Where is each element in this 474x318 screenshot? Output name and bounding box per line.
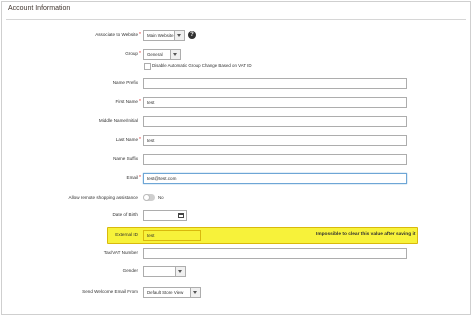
row-website: Associate to Website * Main Website ? bbox=[0, 30, 474, 43]
welcome-email-select-value: Default Store View bbox=[147, 290, 184, 295]
welcome-email-select[interactable]: Default Store View bbox=[143, 287, 201, 298]
row-name-prefix: Name Prefix bbox=[0, 78, 474, 91]
website-select-value: Main Website bbox=[147, 33, 174, 38]
row-dob: Date of Birth bbox=[0, 210, 474, 223]
tax-vat-label: Tax/VAT Number bbox=[103, 250, 138, 255]
row-first-name: First Name * test bbox=[0, 97, 474, 110]
row-group: Group * General bbox=[0, 49, 474, 62]
group-label: Group bbox=[125, 51, 138, 56]
remote-assistance-label: Allow remote shopping assistance bbox=[68, 195, 138, 200]
disable-group-change-checkbox[interactable] bbox=[144, 63, 151, 70]
row-external-id: External ID test bbox=[0, 230, 474, 243]
row-disable-group-change: Disable Automatic Group Change Based on … bbox=[0, 62, 474, 75]
remote-assistance-toggle[interactable] bbox=[143, 194, 155, 201]
dob-label: Date of Birth bbox=[112, 212, 138, 217]
first-name-label: First Name bbox=[115, 99, 138, 104]
email-input[interactable]: test@test.com bbox=[143, 173, 407, 184]
row-middle-name: Middle Name/Initial bbox=[0, 116, 474, 129]
website-label: Associate to Website bbox=[95, 32, 138, 37]
website-select[interactable]: Main Website bbox=[143, 30, 185, 41]
name-prefix-label: Name Prefix bbox=[112, 80, 138, 85]
required-marker: * bbox=[139, 51, 141, 57]
dob-input[interactable] bbox=[143, 210, 187, 221]
required-marker: * bbox=[139, 137, 141, 143]
last-name-input[interactable]: test bbox=[143, 135, 407, 146]
row-remote-assistance: Allow remote shopping assistance No bbox=[0, 193, 474, 206]
chevron-down-icon bbox=[170, 50, 180, 59]
name-suffix-label: Name Suffix bbox=[113, 156, 138, 161]
required-marker: * bbox=[139, 99, 141, 105]
middle-name-label: Middle Name/Initial bbox=[98, 118, 138, 123]
title-divider bbox=[6, 19, 466, 20]
remote-assistance-state: No bbox=[158, 195, 164, 200]
help-icon[interactable]: ? bbox=[188, 31, 196, 39]
disable-group-change-label: Disable Automatic Group Change Based on … bbox=[152, 63, 252, 68]
group-select-value: General bbox=[147, 52, 163, 57]
external-id-label: External ID bbox=[115, 232, 138, 237]
calendar-icon[interactable] bbox=[178, 213, 184, 218]
last-name-label: Last Name bbox=[115, 137, 138, 142]
gender-select[interactable] bbox=[143, 266, 186, 277]
middle-name-input[interactable] bbox=[143, 116, 407, 127]
chevron-down-icon bbox=[175, 267, 185, 276]
row-email: Email * test@test.com bbox=[0, 173, 474, 186]
first-name-input[interactable]: test bbox=[143, 97, 407, 108]
section-title: Account Information bbox=[8, 5, 71, 12]
gender-label: Gender bbox=[122, 268, 138, 273]
email-label: Email bbox=[126, 175, 139, 180]
required-marker: * bbox=[139, 32, 141, 38]
row-tax-vat: Tax/VAT Number bbox=[0, 248, 474, 261]
row-last-name: Last Name * test bbox=[0, 135, 474, 148]
row-welcome-email: Send Welcome Email From Default Store Vi… bbox=[0, 287, 474, 300]
external-id-input[interactable]: test bbox=[143, 230, 201, 241]
name-prefix-input[interactable] bbox=[143, 78, 407, 89]
name-suffix-input[interactable] bbox=[143, 154, 407, 165]
tax-vat-input[interactable] bbox=[143, 248, 407, 259]
row-name-suffix: Name Suffix bbox=[0, 154, 474, 167]
chevron-down-icon bbox=[190, 288, 200, 297]
chevron-down-icon bbox=[174, 31, 184, 40]
welcome-email-label: Send Welcome Email From bbox=[82, 289, 138, 294]
row-gender: Gender bbox=[0, 266, 474, 279]
group-select[interactable]: General bbox=[143, 49, 181, 60]
required-marker: * bbox=[139, 175, 141, 181]
